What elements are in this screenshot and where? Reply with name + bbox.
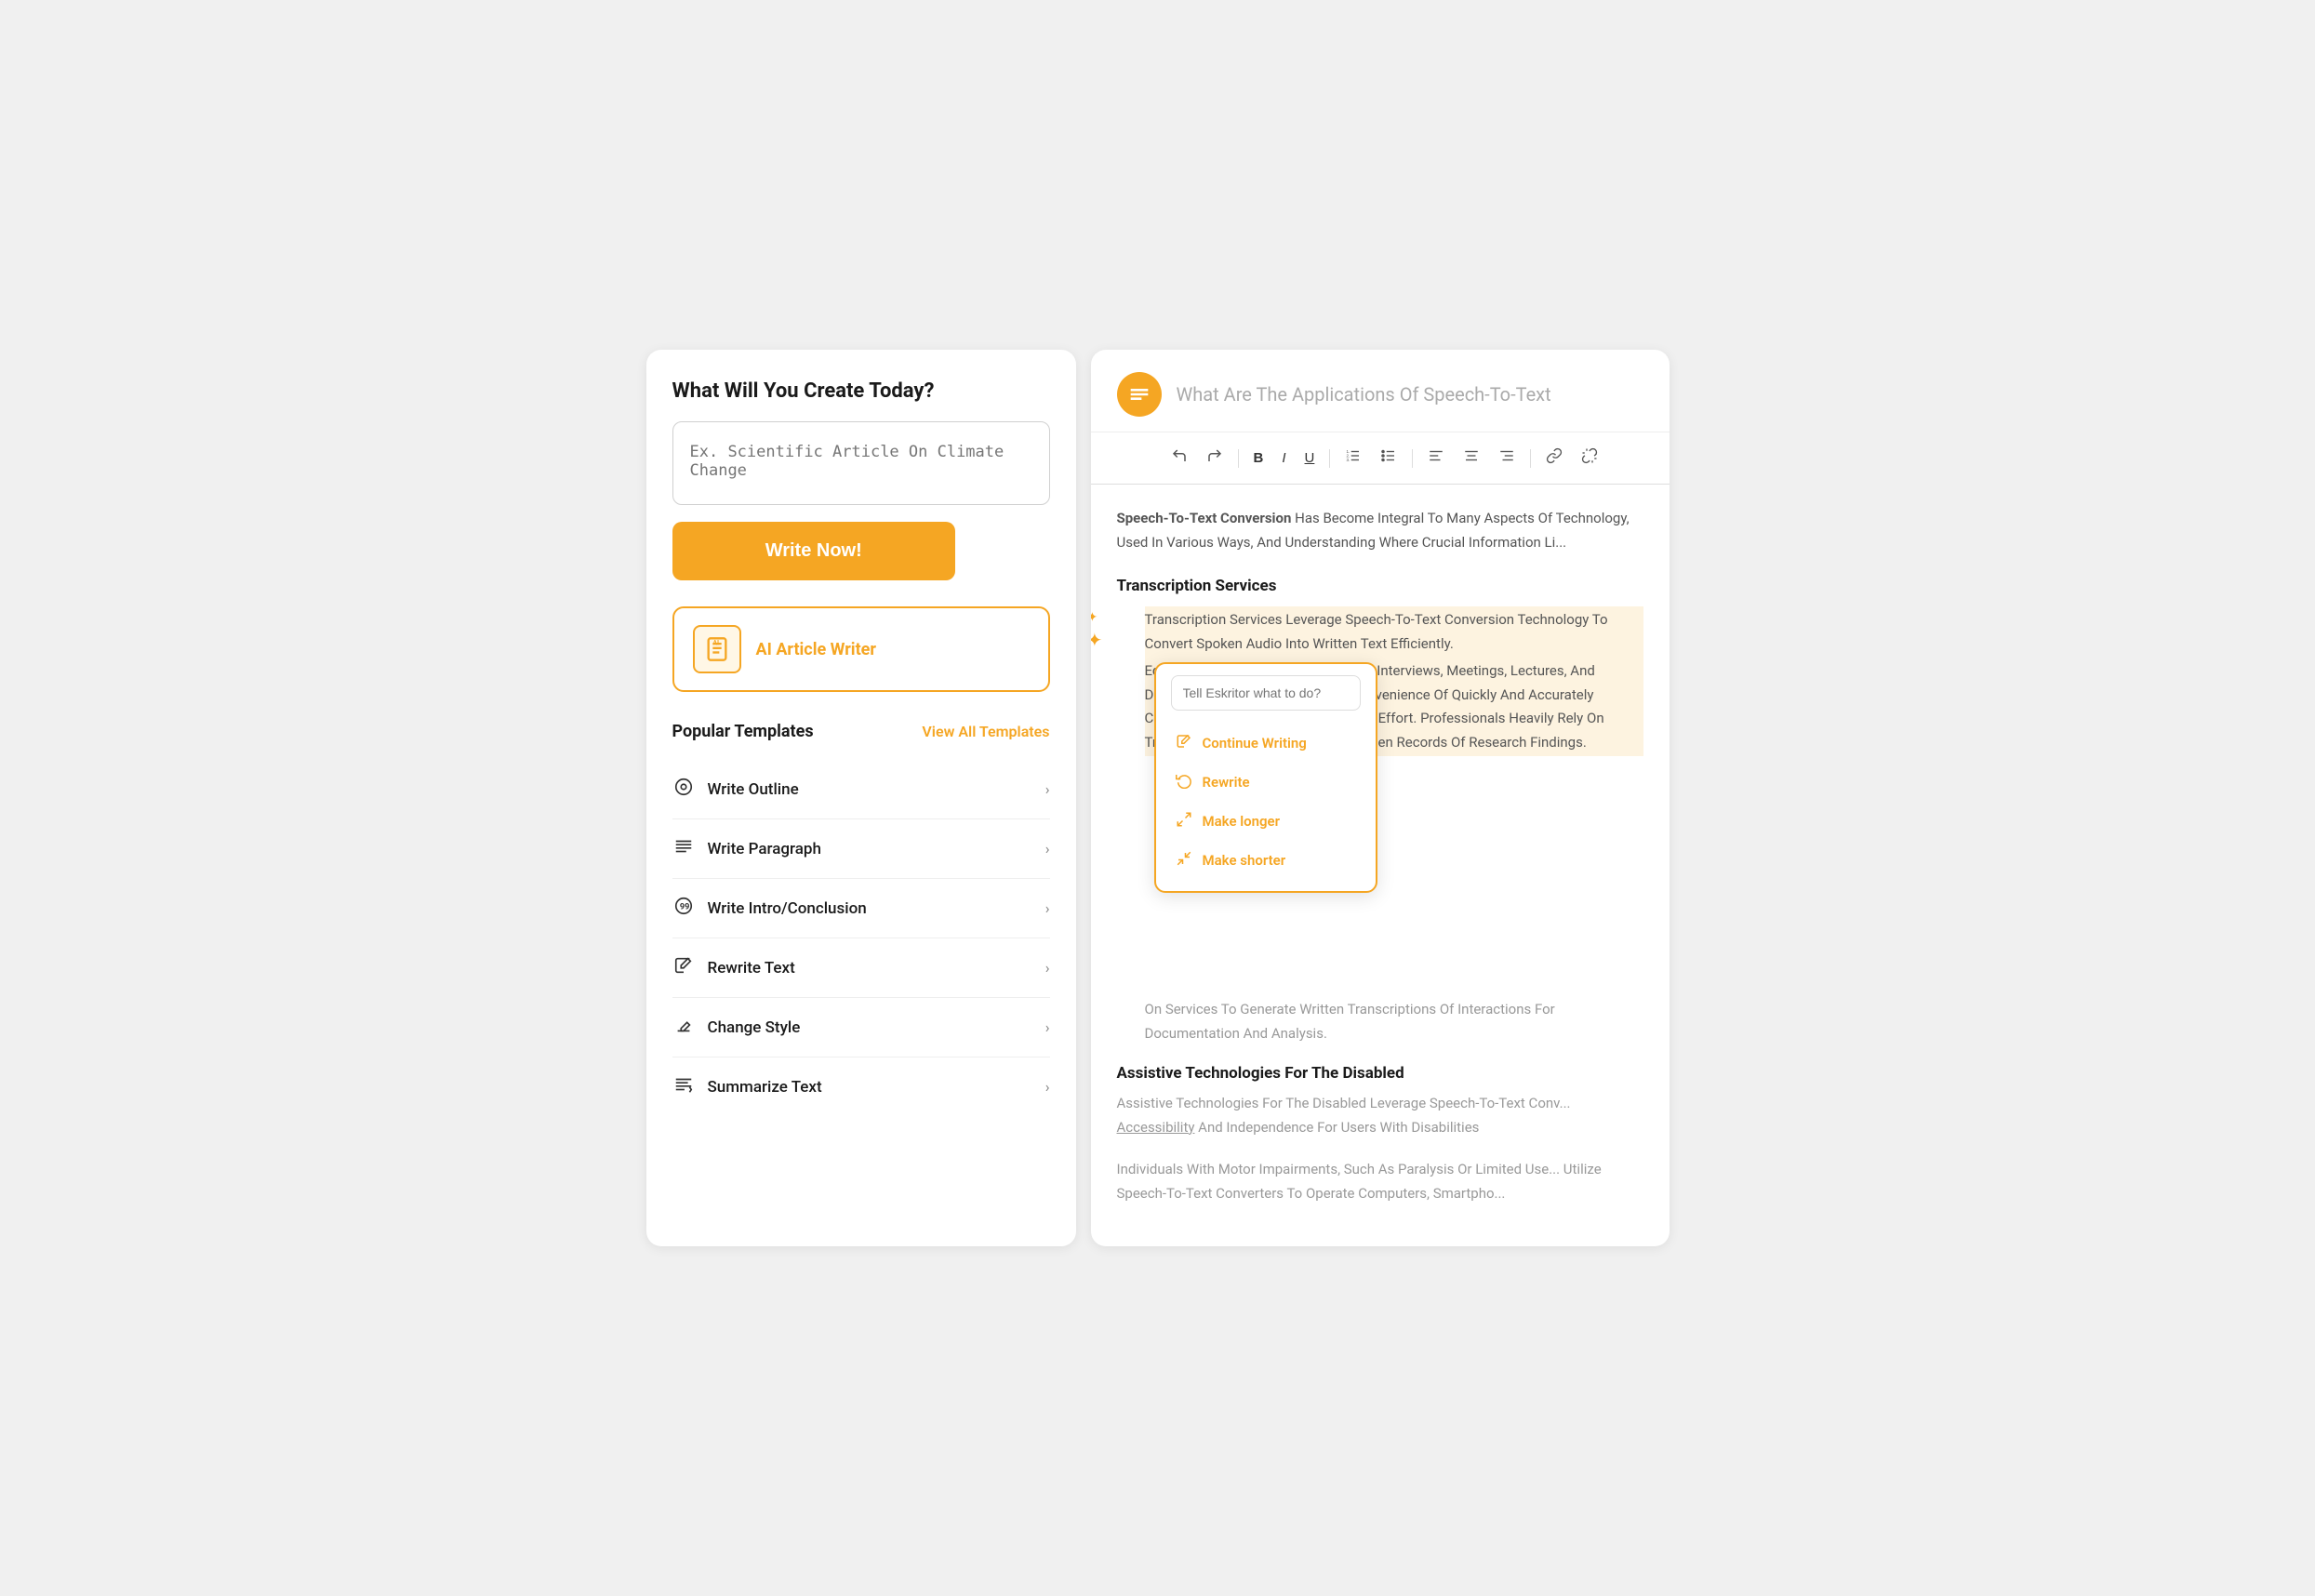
continue-writing-label: Continue Writing bbox=[1203, 735, 1307, 751]
template-name-change-style: Change Style bbox=[708, 1018, 801, 1037]
editor-toolbar: B I U 1.2.3. bbox=[1091, 432, 1670, 485]
write-outline-icon bbox=[672, 777, 695, 802]
toolbar-divider4 bbox=[1530, 449, 1531, 468]
chevron-icon: › bbox=[1045, 780, 1050, 798]
template-item-write-paragraph[interactable]: Write Paragraph › bbox=[672, 819, 1050, 879]
ai-article-icon-box: AI bbox=[693, 625, 741, 673]
editor-header: What Are The Applications Of Speech-To-T… bbox=[1091, 350, 1670, 432]
align-left-button[interactable] bbox=[1420, 442, 1452, 474]
editor-logo bbox=[1117, 372, 1162, 417]
template-item-write-intro[interactable]: 99 Write Intro/Conclusion › bbox=[672, 879, 1050, 938]
sparkle-icon-1: ✦ bbox=[1091, 610, 1103, 625]
section2-heading: Assistive Technologies For The Disabled bbox=[1117, 1064, 1643, 1083]
section2-text: Assistive Technologies For The Disabled … bbox=[1117, 1092, 1643, 1139]
template-name-rewrite-text: Rewrite Text bbox=[708, 959, 795, 978]
editor-title: What Are The Applications Of Speech-To-T… bbox=[1177, 383, 1551, 406]
write-now-button[interactable]: Write Now! bbox=[672, 522, 956, 580]
highlight-text: Transcription Services Leverage Speech-T… bbox=[1145, 606, 1643, 658]
align-right-button[interactable] bbox=[1491, 442, 1523, 474]
make-shorter-label: Make shorter bbox=[1203, 852, 1286, 869]
accessibility-link: Accessibility bbox=[1117, 1119, 1195, 1136]
section1-tail-text: On Services To Generate Written Transcri… bbox=[1145, 998, 1643, 1045]
make-shorter-icon bbox=[1175, 850, 1193, 871]
context-menu-make-longer[interactable]: Make longer bbox=[1171, 802, 1361, 841]
view-all-templates-link[interactable]: View All Templates bbox=[922, 723, 1049, 740]
redo-button[interactable] bbox=[1199, 442, 1231, 474]
chevron-icon: › bbox=[1045, 1018, 1050, 1036]
write-paragraph-icon bbox=[672, 836, 695, 861]
italic-button[interactable]: I bbox=[1274, 445, 1293, 472]
toolbar-divider bbox=[1238, 449, 1239, 468]
unordered-list-button[interactable] bbox=[1373, 442, 1404, 474]
template-name-write-outline: Write Outline bbox=[708, 780, 799, 799]
editor-content: Speech-To-Text Conversion Has Become Int… bbox=[1091, 485, 1670, 1246]
highlighted-section: ✦ ✦ Transcription Services Leverage Spee… bbox=[1117, 606, 1643, 1045]
context-menu: Continue Writing Rewrite Make longer bbox=[1154, 662, 1377, 893]
continue-writing-icon bbox=[1175, 733, 1193, 753]
panel-title: What Will You Create Today? bbox=[672, 379, 1050, 403]
template-name-write-intro: Write Intro/Conclusion bbox=[708, 899, 867, 918]
popular-header: Popular Templates View All Templates bbox=[672, 722, 1050, 741]
context-menu-continue-writing[interactable]: Continue Writing bbox=[1171, 724, 1361, 763]
sparkle-icons: ✦ ✦ bbox=[1091, 610, 1103, 651]
ai-article-card[interactable]: AI AI Article Writer bbox=[672, 606, 1050, 692]
chevron-icon: › bbox=[1045, 840, 1050, 858]
template-item-write-outline[interactable]: Write Outline › bbox=[672, 760, 1050, 819]
svg-text:AI: AI bbox=[712, 639, 719, 646]
change-style-icon bbox=[672, 1015, 695, 1040]
right-panel: What Are The Applications Of Speech-To-T… bbox=[1091, 350, 1670, 1246]
template-name-write-paragraph: Write Paragraph bbox=[708, 840, 821, 858]
context-menu-make-shorter[interactable]: Make shorter bbox=[1171, 841, 1361, 880]
chevron-icon: › bbox=[1045, 959, 1050, 977]
template-item-change-style[interactable]: Change Style › bbox=[672, 998, 1050, 1057]
template-item-summarize-text[interactable]: Summarize Text › bbox=[672, 1057, 1050, 1116]
template-name-summarize-text: Summarize Text bbox=[708, 1078, 822, 1097]
rewrite-label: Rewrite bbox=[1203, 774, 1250, 791]
rewrite-icon bbox=[1175, 772, 1193, 792]
intro-text: Speech-To-Text Conversion Has Become Int… bbox=[1117, 507, 1643, 554]
link-button[interactable] bbox=[1538, 442, 1570, 474]
chevron-icon: › bbox=[1045, 899, 1050, 917]
ai-article-label: AI Article Writer bbox=[756, 640, 876, 659]
left-panel: What Will You Create Today? Write Now! A… bbox=[646, 350, 1076, 1246]
section1-heading: Transcription Services bbox=[1117, 577, 1643, 595]
section3-text: Individuals With Motor Impairments, Such… bbox=[1117, 1158, 1643, 1205]
bold-button[interactable]: B bbox=[1246, 445, 1271, 472]
unlink-button[interactable] bbox=[1574, 442, 1605, 474]
svg-text:3.: 3. bbox=[1347, 458, 1350, 462]
undo-button[interactable] bbox=[1164, 442, 1195, 474]
template-list: Write Outline › Write Paragraph bbox=[672, 760, 1050, 1116]
toolbar-divider3 bbox=[1412, 449, 1413, 468]
underline-button[interactable]: U bbox=[1297, 445, 1323, 472]
make-longer-icon bbox=[1175, 811, 1193, 831]
rewrite-text-icon bbox=[672, 955, 695, 980]
make-longer-label: Make longer bbox=[1203, 813, 1281, 830]
summarize-text-icon bbox=[672, 1074, 695, 1099]
toolbar-divider2 bbox=[1329, 449, 1330, 468]
context-menu-rewrite[interactable]: Rewrite bbox=[1171, 763, 1361, 802]
ordered-list-button[interactable]: 1.2.3. bbox=[1337, 442, 1369, 474]
sparkle-icon-2: ✦ bbox=[1091, 629, 1103, 651]
svg-text:99: 99 bbox=[679, 903, 689, 912]
context-menu-input[interactable] bbox=[1171, 675, 1361, 711]
search-input[interactable] bbox=[672, 421, 1050, 505]
template-item-rewrite-text[interactable]: Rewrite Text › bbox=[672, 938, 1050, 998]
chevron-icon: › bbox=[1045, 1078, 1050, 1096]
popular-title: Popular Templates bbox=[672, 722, 814, 741]
write-intro-icon: 99 bbox=[672, 896, 695, 921]
align-center-button[interactable] bbox=[1456, 442, 1487, 474]
